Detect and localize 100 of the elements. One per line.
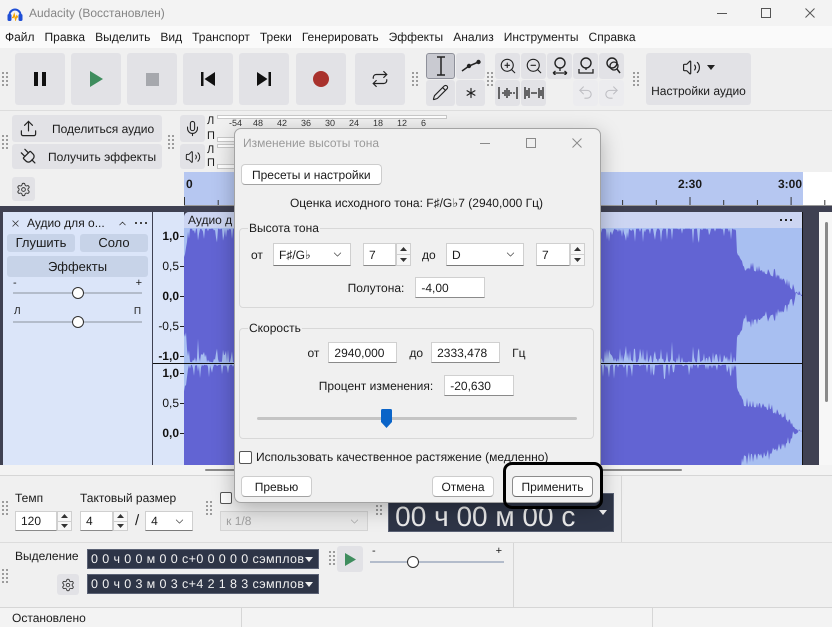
selection-end-field[interactable]: 0 0 ч 0 3 м 0 3 с+4 2 1 8 3 сэмплов bbox=[87, 574, 319, 594]
triangle-up-icon bbox=[400, 247, 407, 251]
speaker-icon bbox=[682, 58, 701, 77]
presets-button[interactable]: Пресеты и настройки bbox=[241, 164, 382, 185]
menu-item[interactable]: Генерировать bbox=[296, 27, 384, 47]
drag-handle-icon[interactable] bbox=[2, 72, 8, 86]
play-speed-slider[interactable] bbox=[370, 556, 504, 568]
menu-item[interactable]: Файл bbox=[0, 27, 40, 47]
pause-button[interactable] bbox=[15, 53, 65, 105]
caret-icon bbox=[305, 556, 313, 562]
window-title: Audacity (Восстановлен) bbox=[29, 5, 165, 22]
draw-tool-button[interactable] bbox=[426, 80, 455, 106]
spin-up-button[interactable] bbox=[396, 243, 411, 255]
playback-meter-button[interactable] bbox=[180, 144, 205, 169]
from-frequency-field[interactable]: 2940,000 bbox=[328, 342, 398, 363]
recording-meter-button[interactable] bbox=[180, 115, 205, 142]
menu-item[interactable]: Выделить bbox=[90, 27, 156, 47]
menu-item[interactable]: Инструменты bbox=[498, 27, 584, 47]
selection-tool-button[interactable] bbox=[426, 52, 455, 78]
pan-right-label: П bbox=[134, 308, 141, 316]
effects-button[interactable]: Эффекты bbox=[7, 256, 148, 277]
drag-handle-icon[interactable] bbox=[206, 501, 212, 515]
drag-handle-icon[interactable] bbox=[2, 135, 8, 149]
menu-item[interactable]: Вид bbox=[155, 27, 188, 47]
from-octave-field[interactable]: 7 bbox=[363, 243, 396, 266]
drag-handle-icon[interactable] bbox=[2, 569, 8, 583]
to-frequency-field[interactable]: 2333,478 bbox=[431, 342, 500, 363]
zoom-out-button[interactable] bbox=[521, 52, 546, 78]
zoom-in-button[interactable] bbox=[495, 52, 520, 78]
slider-thumb[interactable] bbox=[406, 556, 419, 568]
percent-change-slider[interactable] bbox=[257, 409, 577, 428]
menu-item[interactable]: Транспорт bbox=[187, 27, 255, 47]
to-note-dropdown[interactable]: D bbox=[446, 243, 524, 266]
apply-button[interactable]: Применить bbox=[512, 476, 593, 497]
pan-slider[interactable] bbox=[13, 316, 142, 328]
drag-handle-icon[interactable] bbox=[487, 72, 493, 86]
meter-scale-label: 18 bbox=[373, 119, 384, 128]
beat-unit-dropdown[interactable]: 4 bbox=[145, 511, 194, 531]
play-at-speed-button[interactable] bbox=[337, 546, 363, 572]
fit-project-button[interactable] bbox=[573, 52, 598, 78]
envelope-tool-button[interactable] bbox=[456, 52, 485, 78]
tempo-field[interactable]: 120 bbox=[15, 511, 57, 531]
menu-item[interactable]: Эффекты bbox=[384, 27, 448, 47]
meter-channel-label: Л bbox=[207, 144, 216, 156]
menu-item[interactable]: Справка bbox=[584, 27, 641, 47]
selection-settings-button[interactable] bbox=[57, 574, 79, 595]
close-track-button[interactable] bbox=[10, 218, 21, 228]
share-audio-button[interactable]: Поделиться аудио bbox=[12, 115, 162, 142]
spin-up-button[interactable] bbox=[113, 511, 128, 522]
drag-handle-icon[interactable] bbox=[168, 135, 174, 149]
record-button[interactable] bbox=[296, 53, 346, 105]
trim-audio-button[interactable] bbox=[495, 80, 520, 106]
timeline-settings-button[interactable] bbox=[12, 177, 35, 201]
mute-button[interactable]: Глушить bbox=[7, 234, 75, 252]
spin-down-button[interactable] bbox=[570, 255, 585, 266]
spin-up-button[interactable] bbox=[57, 511, 72, 522]
beats-field[interactable]: 4 bbox=[80, 511, 113, 531]
skip-to-start-button[interactable] bbox=[183, 53, 233, 105]
percent-change-field[interactable]: -20,630 bbox=[444, 375, 514, 396]
amplitude-label: 1,0 bbox=[153, 229, 184, 243]
skip-to-end-icon bbox=[257, 72, 271, 86]
amplitude-label: -1,0 bbox=[153, 349, 184, 363]
semitones-label: Полутона: bbox=[348, 280, 404, 296]
preview-button[interactable]: Превью bbox=[241, 476, 312, 497]
selection-start-field[interactable]: 0 0 ч 0 0 м 0 0 с+0 0 0 0 0 сэмплов bbox=[87, 549, 319, 569]
time-signature-separator: / bbox=[135, 511, 140, 531]
slider-thumb[interactable] bbox=[72, 316, 84, 328]
drag-handle-icon[interactable] bbox=[329, 551, 335, 565]
drag-handle-icon[interactable] bbox=[633, 72, 639, 86]
slider-thumb[interactable] bbox=[380, 409, 392, 428]
audio-settings-button[interactable]: Настройки аудио bbox=[646, 53, 751, 105]
from-note-dropdown[interactable]: F♯/G♭ bbox=[273, 243, 351, 266]
semitones-field[interactable]: -4,00 bbox=[415, 277, 486, 298]
menu-item[interactable]: Анализ bbox=[448, 27, 499, 47]
slider-thumb[interactable] bbox=[72, 287, 84, 299]
clip-title: Аудио д bbox=[188, 213, 232, 227]
time-signature-label: Тактовый размер bbox=[80, 491, 178, 505]
play-button[interactable] bbox=[71, 53, 121, 105]
menu-item[interactable]: Правка bbox=[40, 27, 90, 47]
get-effects-button[interactable]: Получить эффекты bbox=[12, 144, 162, 169]
drag-handle-icon[interactable] bbox=[412, 72, 418, 86]
pitch-estimate: Оценка исходного тона: F♯/G♭7 (2940,000 Гц) bbox=[290, 195, 544, 211]
cancel-button[interactable]: Отмена bbox=[432, 476, 494, 497]
high-quality-checkbox[interactable] bbox=[239, 450, 252, 464]
zoom-toggle-button[interactable] bbox=[599, 52, 624, 78]
gain-slider[interactable] bbox=[13, 287, 142, 299]
solo-button[interactable]: Соло bbox=[80, 234, 148, 252]
fit-selection-button[interactable] bbox=[547, 52, 572, 78]
drag-handle-icon[interactable] bbox=[2, 501, 8, 515]
spin-down-button[interactable] bbox=[396, 255, 411, 266]
vertical-scrollbar[interactable] bbox=[825, 222, 828, 402]
spin-up-button[interactable] bbox=[570, 243, 585, 255]
skip-to-end-button[interactable] bbox=[239, 53, 289, 105]
menu-item[interactable]: Треки bbox=[254, 27, 297, 47]
loop-button[interactable] bbox=[355, 53, 405, 105]
to-octave-field[interactable]: 7 bbox=[536, 243, 570, 266]
meter-scale-label: 12 bbox=[397, 119, 408, 128]
multi-tool-button[interactable] bbox=[456, 80, 485, 106]
silence-audio-button[interactable] bbox=[521, 80, 546, 106]
meter-scale-label: -54 bbox=[229, 119, 244, 128]
